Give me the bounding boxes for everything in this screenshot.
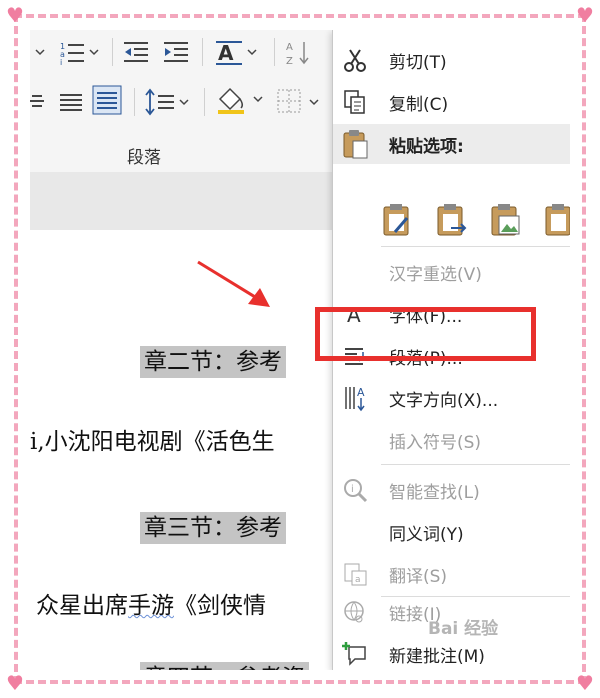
distributed-align-icon: [92, 85, 122, 115]
distributed-button[interactable]: [92, 85, 122, 115]
numbered-list-icon: 1 a i: [60, 42, 99, 66]
red-highlight-box: [315, 307, 536, 361]
picture-paste-icon[interactable]: [489, 202, 523, 238]
svg-text:a: a: [355, 575, 361, 585]
text-direction-icon: A: [341, 384, 369, 412]
svg-text:i: i: [351, 484, 354, 495]
word-window: 1 a i A A Z 段落 章二节：参考 i,小沈阳电视剧《活色生 章三节：参…: [30, 30, 570, 670]
shading-button[interactable]: [214, 86, 268, 114]
svg-text:A: A: [357, 386, 365, 399]
heart-icon: ♥: [576, 3, 594, 27]
watermark: Bai 经验: [428, 619, 499, 639]
copy-icon: [341, 88, 369, 116]
new-comment-icon: [341, 640, 369, 668]
menu-item-text-direction[interactable]: A 文字方向(X)...: [333, 378, 570, 418]
menu-item-insert-symbol[interactable]: 插入符号(S): [333, 420, 570, 460]
doc-heading-4: 章四节：参考资: [140, 658, 309, 670]
link-icon: [341, 598, 369, 626]
doc-heading-3: 章三节：参考: [140, 508, 286, 544]
justify-button[interactable]: [58, 88, 84, 116]
heart-icon: ♥: [6, 3, 24, 27]
align-center-icon: [30, 95, 44, 107]
line-spacing-icon: [145, 88, 189, 116]
doc-heading-2: 章二节：参考: [140, 342, 286, 378]
asian-layout-button[interactable]: A: [214, 38, 262, 66]
menu-item-cut[interactable]: 剪切(T): [333, 40, 570, 80]
svg-text:Z: Z: [286, 56, 293, 66]
sort-button[interactable]: AZ: [284, 38, 314, 66]
increase-indent-button[interactable]: [162, 38, 192, 66]
menu-header-paste-options: 粘贴选项:: [333, 124, 570, 164]
keep-text-only-icon[interactable]: [543, 202, 570, 238]
keep-source-formatting-icon[interactable]: [381, 202, 415, 238]
scissors-icon: [341, 46, 369, 74]
svg-text:A: A: [218, 41, 234, 65]
menu-item-smart-lookup[interactable]: i 智能查找(L): [333, 470, 570, 510]
svg-text:A: A: [286, 42, 293, 53]
clipboard-icon: [341, 130, 369, 159]
menu-item-synonyms[interactable]: 同义词(Y): [333, 512, 570, 552]
translate-icon: a: [341, 560, 369, 588]
doc-paragraph-1: i,小沈阳电视剧《活色生: [30, 429, 275, 455]
svg-text:i: i: [60, 58, 62, 66]
menu-item-reconvert[interactable]: 汉字重选(V): [333, 252, 570, 292]
heart-icon: ♥: [576, 671, 594, 695]
asian-layout-icon: A: [216, 41, 257, 65]
heart-icon: ♥: [6, 671, 24, 695]
paint-bucket-icon: [218, 87, 263, 114]
numbering-button[interactable]: 1 a i: [58, 38, 104, 66]
line-spacing-button[interactable]: [144, 88, 194, 116]
bullets-dropdown-chevron-icon[interactable]: [34, 38, 46, 66]
menu-item-new-comment[interactable]: 新建批注(M): [333, 634, 570, 670]
menu-item-copy[interactable]: 复制(C): [333, 82, 570, 122]
doc-paragraph-2: 众星出席手游《剑侠情: [36, 593, 266, 619]
borders-button[interactable]: [276, 88, 332, 116]
smart-lookup-icon: i: [341, 476, 369, 504]
red-arrow-annotation: [197, 260, 270, 307]
merge-formatting-icon[interactable]: [435, 202, 469, 238]
borders-icon: [277, 89, 319, 113]
sort-az-icon: AZ: [286, 42, 309, 66]
menu-item-translate[interactable]: a 翻译(S): [333, 554, 570, 594]
decrease-indent-icon: [124, 42, 148, 62]
increase-indent-icon: [164, 42, 188, 62]
paste-options-row: [381, 202, 570, 242]
group-label-paragraph: 段落: [127, 148, 161, 168]
justify-icon: [60, 94, 82, 111]
decrease-indent-button[interactable]: [122, 38, 152, 66]
align-center-button[interactable]: [30, 88, 46, 116]
